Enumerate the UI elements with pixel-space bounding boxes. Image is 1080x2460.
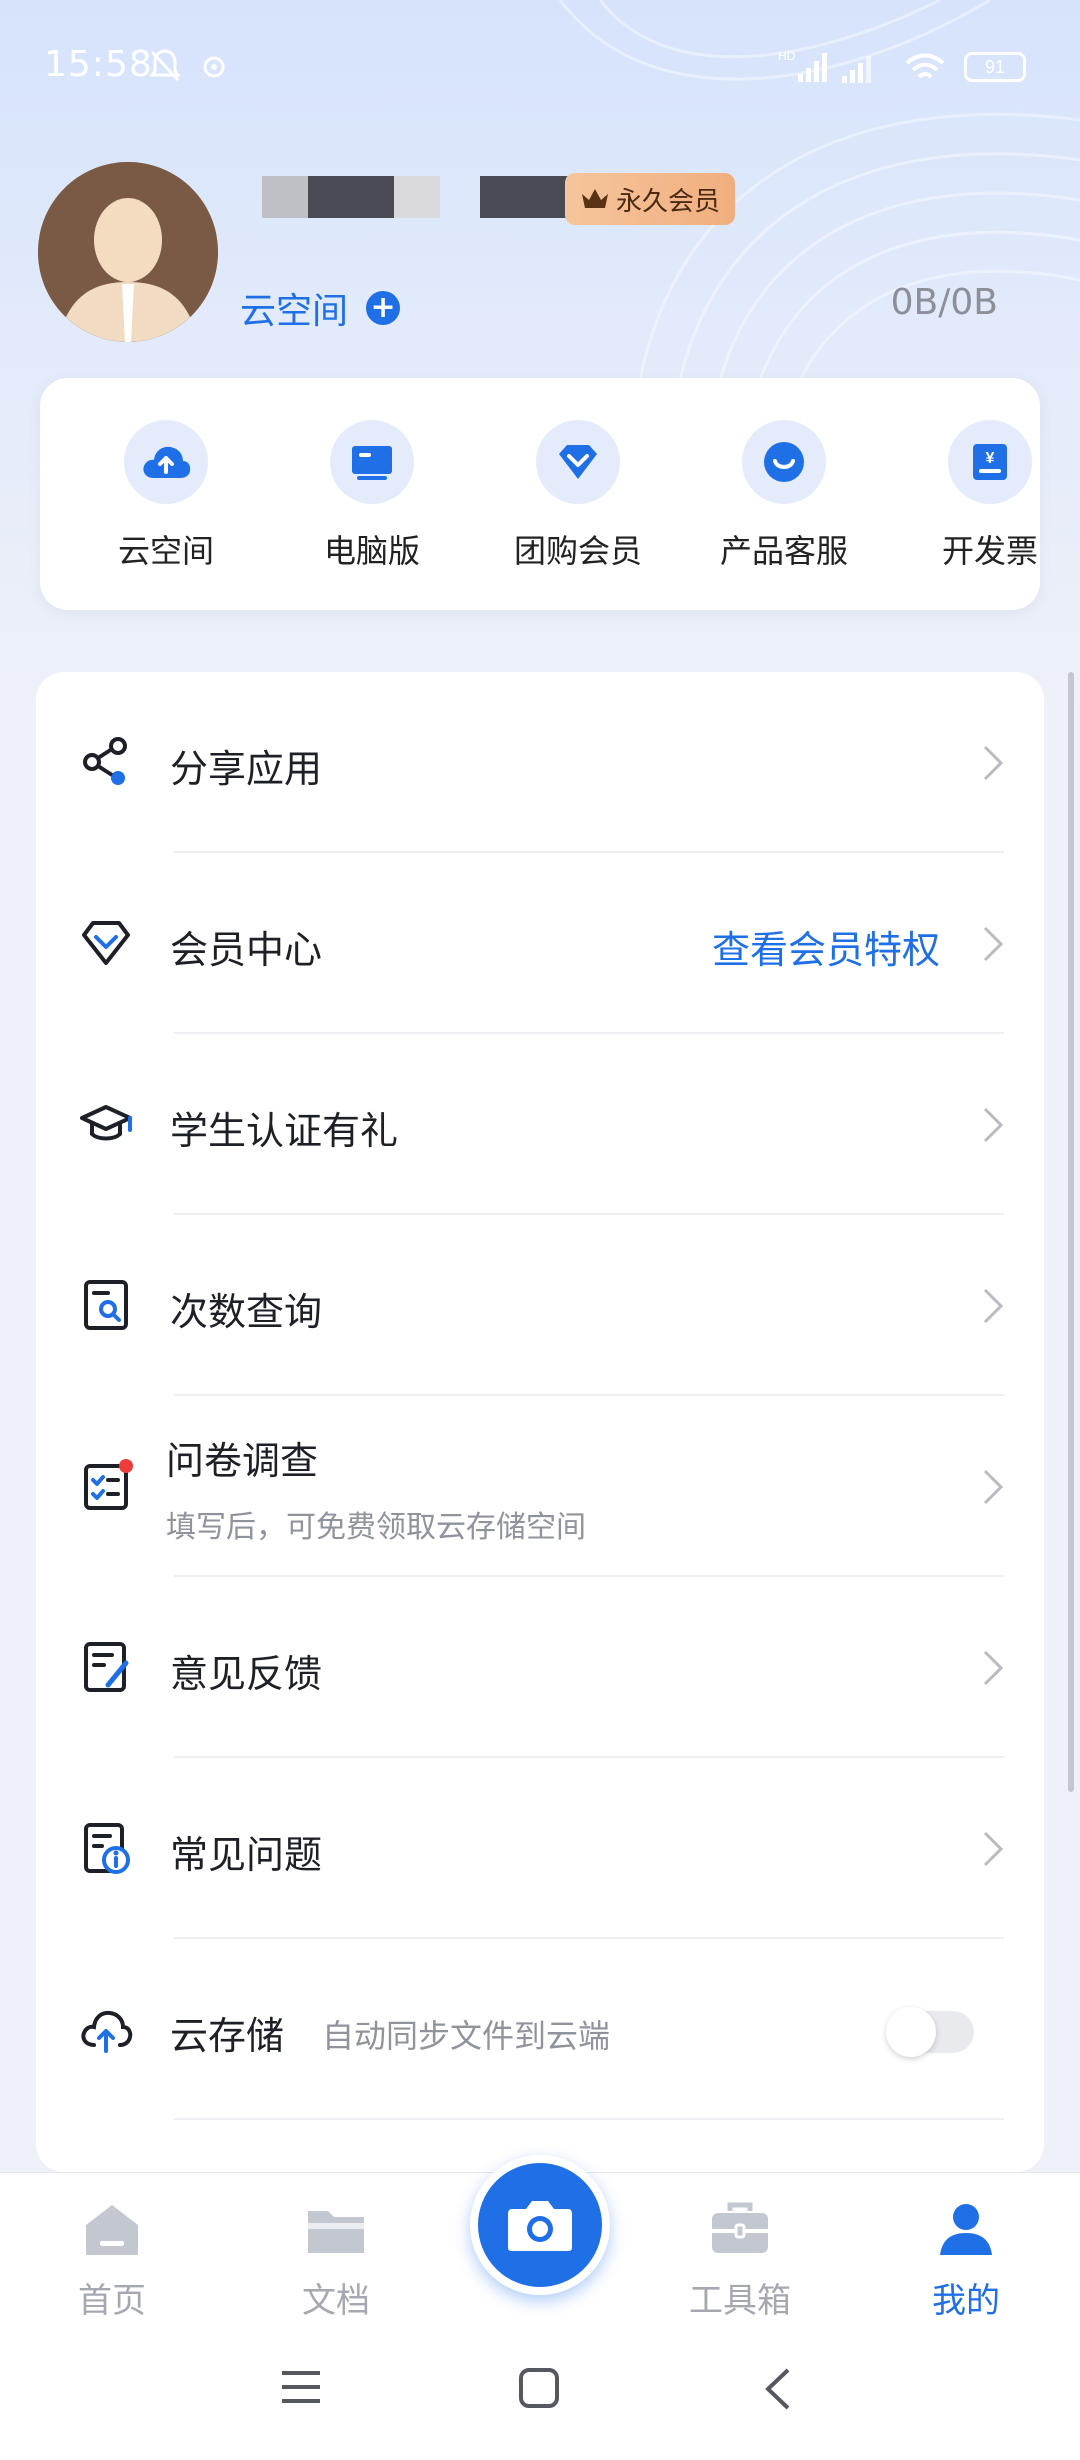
menu-item-share-app[interactable]: 分享应用	[36, 672, 1044, 853]
quick-action-label: 产品客服	[719, 532, 848, 570]
menu-item-usage-query[interactable]: 次数查询	[36, 1215, 1044, 1396]
edit-document-icon	[84, 1642, 129, 1692]
quick-action-cloud-space[interactable]: 云空间	[76, 420, 256, 572]
cloud-upload-outline-icon	[81, 2010, 133, 2053]
quick-action-invoice[interactable]: ¥ 开发票	[900, 420, 1080, 572]
person-icon	[940, 2204, 992, 2255]
view-member-privileges-link[interactable]: 查看会员特权	[712, 919, 940, 974]
person-avatar-icon	[38, 162, 218, 342]
toolbox-icon	[712, 2202, 768, 2253]
menu-item-student-verification[interactable]: 学生认证有礼	[36, 1034, 1044, 1215]
camera-button[interactable]	[470, 2155, 610, 2295]
menu-icon[interactable]	[280, 2367, 322, 2407]
menu-item-label: 意见反馈	[170, 1652, 323, 1696]
tab-label: 我的	[932, 2281, 1000, 2321]
chevron-right-icon	[983, 926, 1004, 962]
diamond-icon	[559, 445, 597, 479]
quick-action-label: 云空间	[117, 532, 214, 570]
service-chat-icon	[764, 442, 804, 482]
home-square-icon[interactable]	[518, 2367, 560, 2409]
menu-item-faq[interactable]: 常见问题	[36, 1758, 1044, 1939]
share-icon	[83, 737, 127, 785]
camera-icon	[508, 2201, 572, 2251]
tab-label: 文档	[302, 2281, 370, 2321]
storage-usage: 0B/0B	[890, 282, 998, 323]
tab-label: 首页	[78, 2281, 146, 2321]
quick-action-desktop[interactable]: 电脑版	[282, 420, 462, 572]
menu-item-label: 学生认证有礼	[170, 1109, 399, 1153]
cloud-upload-icon	[143, 446, 191, 478]
svg-text:¥: ¥	[986, 450, 995, 467]
svg-text:HD: HD	[778, 49, 796, 63]
battery-icon: 91	[964, 52, 1026, 82]
monitor-icon	[352, 446, 392, 480]
member-badge-label: 永久会员	[615, 186, 720, 217]
menu-item-label: 分享应用	[170, 747, 323, 791]
signal-icon	[842, 56, 871, 83]
info-document-icon	[84, 1823, 130, 1874]
status-time: 15:58	[44, 44, 153, 85]
divider	[174, 2118, 1004, 2120]
quick-actions-card: 云空间 电脑版 团购会员 产品客服 ¥ 开发票	[40, 378, 1040, 610]
wifi-icon	[905, 53, 945, 79]
tab-documents[interactable]: 文档	[246, 2197, 426, 2322]
status-bar: 15:58 HD 91	[0, 0, 1080, 130]
menu-item-label: 次数查询	[170, 1290, 323, 1334]
checklist-icon	[84, 1459, 133, 1510]
menu-item-feedback[interactable]: 意见反馈	[36, 1577, 1044, 1758]
mute-bell-icon	[149, 49, 181, 82]
red-dot-badge	[119, 1459, 133, 1473]
menu-item-label: 云存储	[170, 2014, 285, 2058]
system-navigation-bar	[0, 2343, 1080, 2433]
menu-item-label: 问卷调查	[166, 1439, 319, 1483]
username-redacted	[262, 176, 580, 220]
quick-action-label: 团购会员	[513, 532, 642, 570]
menu-item-cloud-storage: 云存储 自动同步文件到云端	[36, 1939, 1044, 2120]
toggle-knob	[886, 2007, 936, 2057]
battery-level: 91	[984, 56, 1006, 77]
hd-signal-icon: HD	[778, 49, 827, 82]
chevron-right-icon	[983, 1650, 1004, 1686]
search-document-icon	[84, 1280, 128, 1330]
cloud-sync-toggle[interactable]	[886, 2007, 974, 2057]
menu-item-label: 会员中心	[170, 928, 323, 972]
chevron-right-icon	[983, 1288, 1004, 1324]
plus-icon[interactable]: +	[366, 291, 401, 325]
chevron-right-icon	[983, 745, 1004, 781]
tab-toolbox[interactable]: 工具箱	[650, 2197, 830, 2322]
folder-icon	[308, 2211, 364, 2253]
menu-item-label: 常见问题	[170, 1833, 323, 1877]
graduation-cap-icon	[80, 1105, 132, 1141]
menu-item-member-center[interactable]: 会员中心 查看会员特权	[36, 853, 1044, 1034]
cloud-space-label: 云空间	[240, 291, 349, 332]
avatar[interactable]	[38, 162, 218, 342]
quick-action-group-membership[interactable]: 团购会员	[488, 420, 668, 572]
invoice-icon: ¥	[973, 444, 1007, 480]
settings-menu-card: 分享应用 会员中心 查看会员特权 学生认证有礼 次数查询 问卷调查 填写后，可免…	[36, 672, 1044, 2172]
tab-mine[interactable]: 我的	[876, 2197, 1056, 2322]
home-icon	[86, 2205, 138, 2255]
quick-action-customer-service[interactable]: 产品客服	[694, 420, 874, 572]
quick-action-label: 开发票	[941, 532, 1038, 570]
quick-action-label: 电脑版	[323, 532, 420, 570]
member-badge[interactable]: 永久会员	[565, 173, 735, 225]
menu-item-survey[interactable]: 问卷调查 填写后，可免费领取云存储空间	[36, 1396, 1044, 1577]
chevron-right-icon	[983, 1107, 1004, 1143]
diamond-outline-icon	[82, 921, 130, 965]
tab-home[interactable]: 首页	[22, 2197, 202, 2322]
back-icon[interactable]	[762, 2367, 792, 2411]
menu-item-subtitle: 填写后，可免费领取云存储空间	[166, 1510, 586, 1545]
chevron-right-icon	[983, 1831, 1004, 1867]
chevron-right-icon	[983, 1469, 1004, 1505]
tab-label: 工具箱	[689, 2281, 791, 2321]
cloud-space-link[interactable]: 云空间 +	[240, 282, 401, 334]
bottom-navigation: 首页 文档 工具箱 我的	[0, 2155, 1080, 2460]
menu-item-subtitle: 自动同步文件到云端	[322, 2017, 611, 2055]
crown-icon	[581, 189, 608, 208]
scrollbar[interactable]	[1068, 672, 1074, 1792]
app-notification-icon	[203, 56, 225, 78]
